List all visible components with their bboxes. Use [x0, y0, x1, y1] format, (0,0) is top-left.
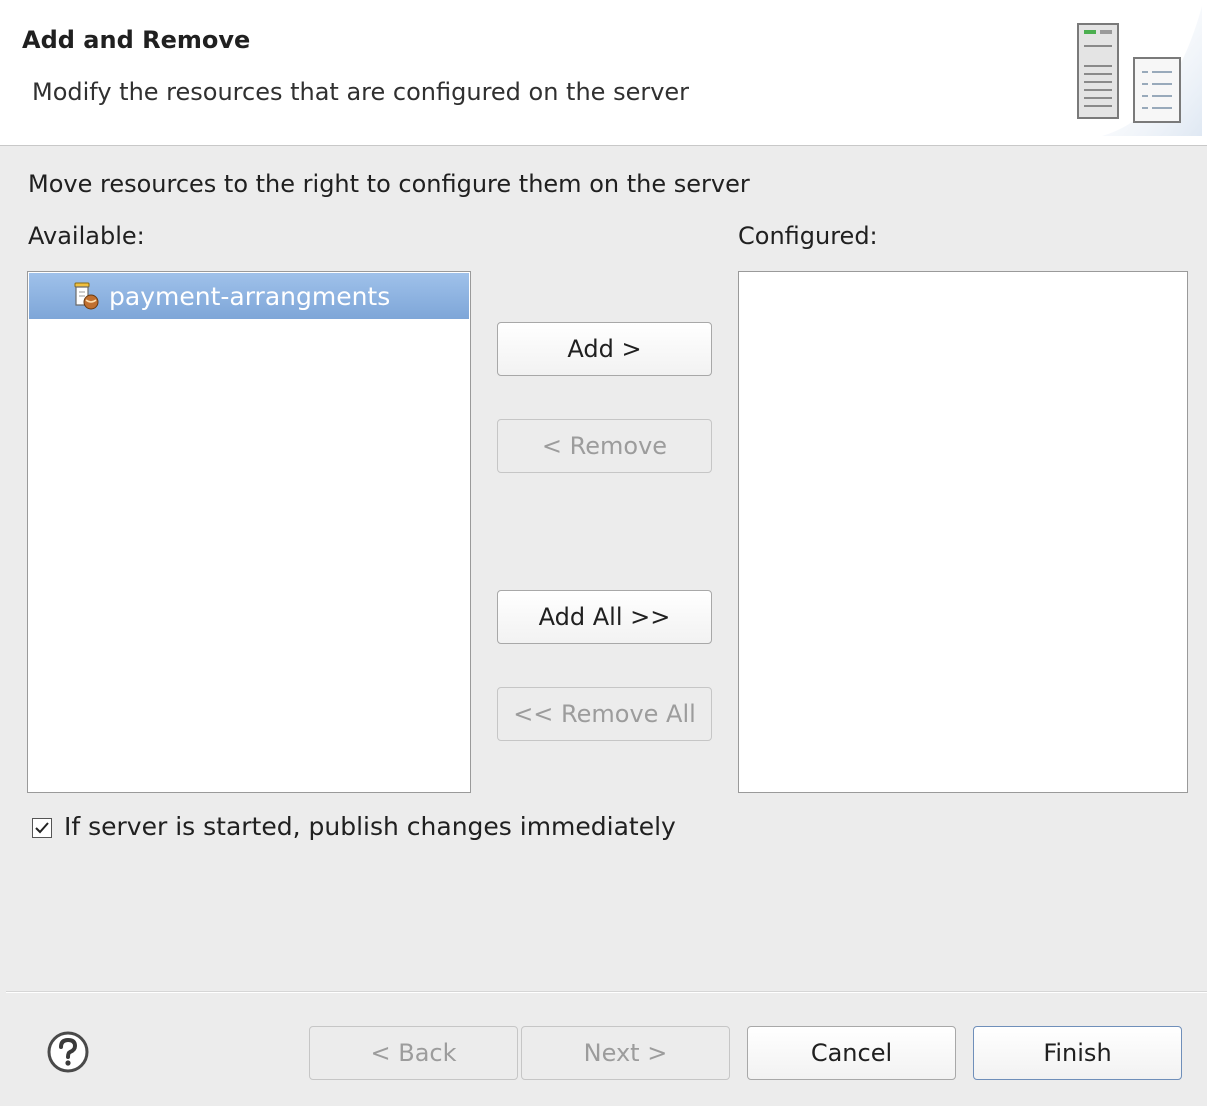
- publish-option[interactable]: If server is started, publish changes im…: [32, 812, 676, 841]
- server-configuration-icon: [1077, 6, 1202, 136]
- web-module-icon: [74, 282, 99, 310]
- remove-button[interactable]: < Remove: [497, 419, 712, 473]
- configured-label: Configured:: [738, 222, 878, 250]
- list-item-label: payment-arrangments: [109, 281, 391, 311]
- list-item[interactable]: payment-arrangments: [29, 273, 469, 319]
- page-description: Modify the resources that are configured…: [32, 78, 690, 106]
- page-title: Add and Remove: [22, 26, 251, 54]
- available-label: Available:: [28, 222, 145, 250]
- configured-list[interactable]: [738, 271, 1188, 793]
- finish-button[interactable]: Finish: [973, 1026, 1182, 1080]
- dialog-header: Add and Remove Modify the resources that…: [0, 0, 1207, 146]
- available-list[interactable]: payment-arrangments: [27, 271, 471, 793]
- cancel-button[interactable]: Cancel: [747, 1026, 956, 1080]
- instruction-text: Move resources to the right to configure…: [28, 170, 750, 198]
- add-button[interactable]: Add >: [497, 322, 712, 376]
- help-icon[interactable]: [46, 1030, 90, 1074]
- checkmark-icon: [35, 821, 49, 833]
- next-button[interactable]: Next >: [521, 1026, 730, 1080]
- back-button[interactable]: < Back: [309, 1026, 518, 1080]
- remove-all-button[interactable]: << Remove All: [497, 687, 712, 741]
- footer-separator: [6, 991, 1207, 993]
- publish-checkbox-label: If server is started, publish changes im…: [64, 812, 676, 841]
- publish-checkbox[interactable]: [32, 817, 52, 838]
- add-all-button[interactable]: Add All >>: [497, 590, 712, 644]
